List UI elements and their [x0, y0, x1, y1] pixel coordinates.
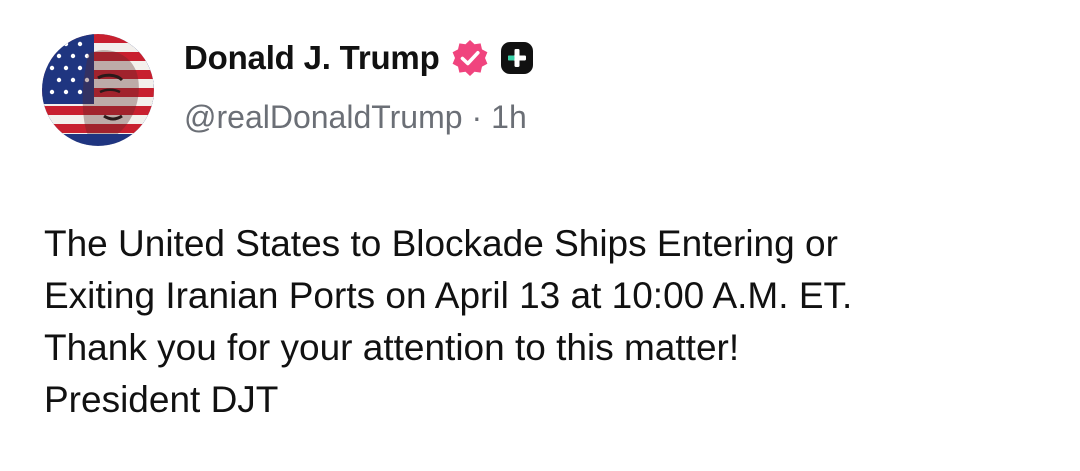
author-meta-row: @realDonaldTrump · 1h [184, 99, 527, 136]
post-line: The United States to Blockade Ships Ente… [44, 223, 838, 264]
post-line: Exiting Iranian Ports on April 13 at 10:… [44, 275, 853, 316]
author-avatar[interactable] [42, 34, 154, 146]
author-name-row: Donald J. Trump [184, 36, 534, 80]
author-handle[interactable]: @realDonaldTrump [184, 99, 463, 136]
meta-separator: · [471, 99, 483, 135]
post-timestamp[interactable]: 1h [491, 99, 527, 136]
plus-badge-icon [500, 41, 534, 75]
post-line: Thank you for your attention to this mat… [44, 327, 740, 368]
post-card: Donald J. Trump @realDonaldTrump · 1h Th… [0, 0, 1080, 471]
post-line: President DJT [44, 379, 279, 420]
author-display-name[interactable]: Donald J. Trump [184, 39, 440, 77]
verified-badge-icon [450, 38, 490, 78]
post-body: The United States to Blockade Ships Ente… [44, 218, 1054, 426]
